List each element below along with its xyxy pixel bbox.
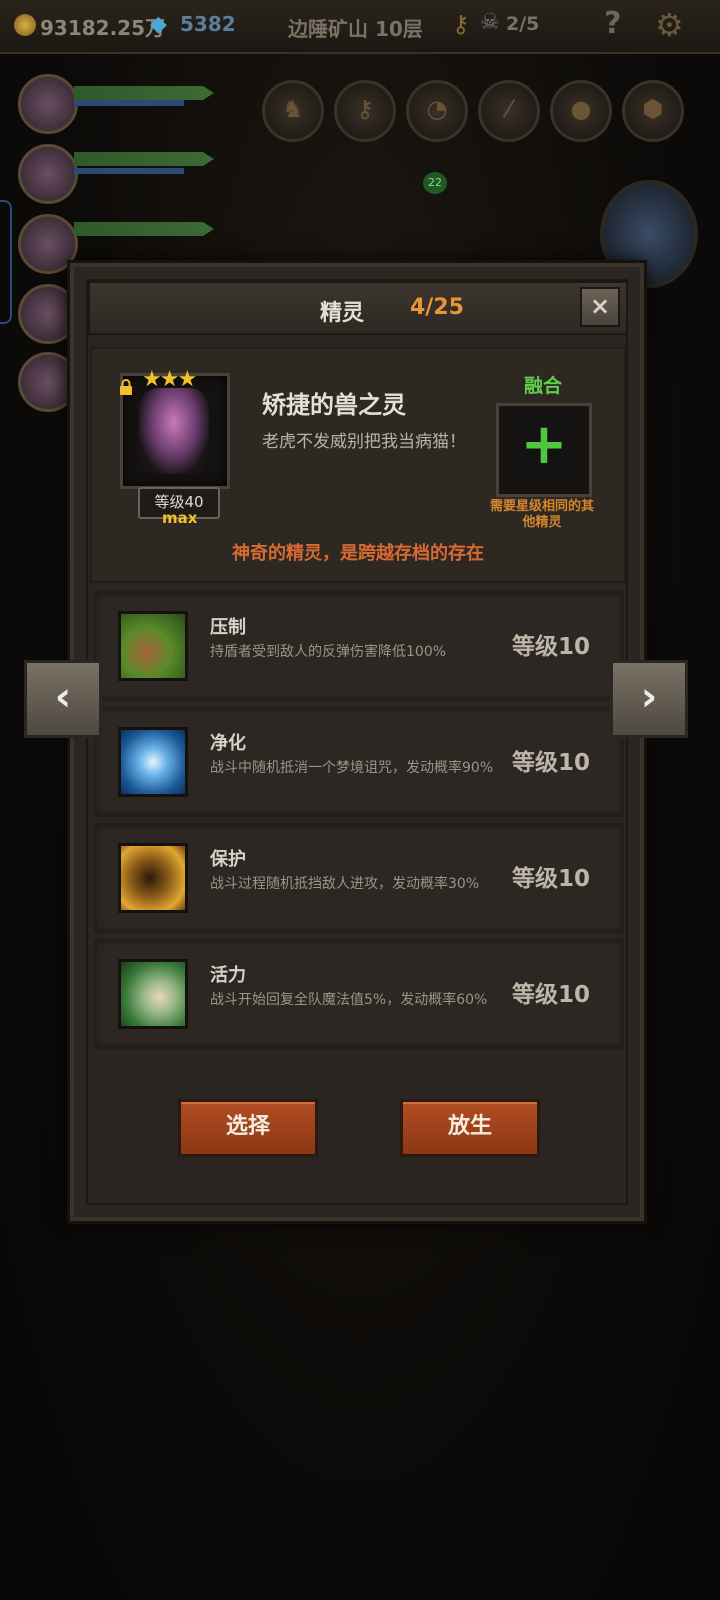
- fairy-icon: [118, 843, 188, 913]
- release-button[interactable]: 放生: [400, 1099, 540, 1157]
- dialog-header: 精灵 4/25: [88, 281, 628, 335]
- spirit-dialog: 精灵 4/25 × ★★★ 等级40 max 矫捷的兽之灵 老虎不发威别把我当病…: [70, 263, 644, 1221]
- scene-badge: 22: [423, 172, 447, 194]
- location-label: 边陲矿山 10层: [288, 17, 423, 41]
- horse-icon: ♞: [282, 95, 304, 123]
- skill-description: 战斗过程随机抵挡敌人进攻，发动概率30%: [210, 876, 480, 892]
- skill-name: 保护: [210, 849, 246, 870]
- fuse-slot-button[interactable]: +: [496, 403, 592, 497]
- hero-mp-bar: [74, 168, 184, 174]
- spirit-info-panel: ★★★ 等级40 max 矫捷的兽之灵 老虎不发威别把我当病猫！ 融合 + 需要…: [90, 347, 626, 583]
- equipment-slot[interactable]: ♞: [262, 80, 324, 142]
- prev-arrow-button[interactable]: ‹: [24, 660, 102, 738]
- skill-level: 等级10: [512, 634, 591, 660]
- prayer-icon: [118, 959, 188, 1029]
- claw-icon: [118, 611, 188, 681]
- hero-portrait[interactable]: [18, 284, 78, 344]
- skill-name: 活力: [210, 965, 246, 986]
- hero-hp-bar: [74, 222, 214, 236]
- skill-description: 持盾者受到敌人的反弹伤害降低100%: [210, 644, 447, 660]
- coffin-icon: ⬢: [642, 95, 664, 123]
- diamond-icon: ◆: [150, 12, 167, 37]
- dialog-title: 精灵: [320, 301, 365, 326]
- settings-gear-icon[interactable]: ⚙: [655, 6, 684, 44]
- select-button[interactable]: 选择: [178, 1099, 318, 1157]
- skill-level: 等级10: [512, 750, 591, 776]
- spirit-tagline: 神奇的精灵，是跨越存档的存在: [232, 543, 484, 564]
- skill-level: 等级10: [512, 982, 591, 1008]
- bag-icon: ●: [570, 95, 592, 123]
- skill-name: 净化: [210, 733, 246, 754]
- skill-description: 战斗中随机抵消一个梦境诅咒，发动概率90%: [210, 760, 494, 776]
- spirit-name: 矫捷的兽之灵: [262, 391, 406, 419]
- gold-amount: 93182.25万: [40, 16, 166, 40]
- gold-coin-icon: [14, 14, 36, 36]
- skill-row: 活力 战斗开始回复全队魔法值5%，发动概率60% 等级10: [94, 939, 624, 1049]
- flower-icon: [118, 727, 188, 797]
- spirit-count: 4/25: [410, 295, 464, 320]
- spirit-portrait: [139, 388, 209, 474]
- fuse-label: 融合: [524, 375, 563, 397]
- fuse-requirement-note: 需要星级相同的其他精灵: [490, 499, 595, 530]
- skill-row: 保护 战斗过程随机抵挡敌人进攻，发动概率30% 等级10: [94, 823, 624, 933]
- hero-portrait[interactable]: [18, 74, 78, 134]
- gem-amount: 5382: [180, 12, 236, 36]
- hero-portrait[interactable]: [18, 214, 78, 274]
- equipment-slot[interactable]: ●: [550, 80, 612, 142]
- hero-mp-bar: [74, 100, 184, 106]
- skill-row: 净化 战斗中随机抵消一个梦境诅咒，发动概率90% 等级10: [94, 707, 624, 817]
- flute-icon: ⁄: [506, 95, 511, 123]
- equipment-slot[interactable]: ⁄: [478, 80, 540, 142]
- skill-row: 压制 持盾者受到敌人的反弹伤害降低100% 等级10: [94, 591, 624, 701]
- skill-description: 战斗开始回复全队魔法值5%，发动概率60%: [210, 992, 488, 1008]
- spirit-description: 老虎不发威别把我当病猫！: [262, 432, 466, 452]
- equipment-slot[interactable]: ⚷: [334, 80, 396, 142]
- plus-icon: +: [520, 412, 568, 477]
- hero-hp-bar: [74, 86, 214, 100]
- max-label: max: [162, 509, 198, 527]
- top-bar: 93182.25万 ◆ 5382 边陲矿山 10层 ⚷ ☠ 2/5 ? ⚙: [0, 0, 720, 54]
- horn-icon: ◔: [426, 95, 448, 123]
- hero-portrait[interactable]: [18, 352, 78, 412]
- key-icon: ⚷: [356, 95, 374, 123]
- equipment-slot[interactable]: ◔: [406, 80, 468, 142]
- skill-name: 压制: [210, 617, 246, 638]
- star-rating: ★★★: [142, 367, 197, 392]
- hero-hp-bar: [74, 152, 214, 166]
- close-button[interactable]: ×: [580, 287, 620, 327]
- next-arrow-button[interactable]: ›: [610, 660, 688, 738]
- left-side-tab[interactable]: [0, 200, 12, 324]
- skull-icon: ☠: [480, 10, 500, 35]
- hero-portrait[interactable]: [18, 144, 78, 204]
- lock-icon[interactable]: [118, 379, 134, 395]
- help-button[interactable]: ?: [604, 6, 621, 41]
- skill-level: 等级10: [512, 866, 591, 892]
- key-icon: ⚷: [452, 10, 470, 38]
- equipment-slot[interactable]: ⬢: [622, 80, 684, 142]
- skull-count: 2/5: [506, 13, 540, 35]
